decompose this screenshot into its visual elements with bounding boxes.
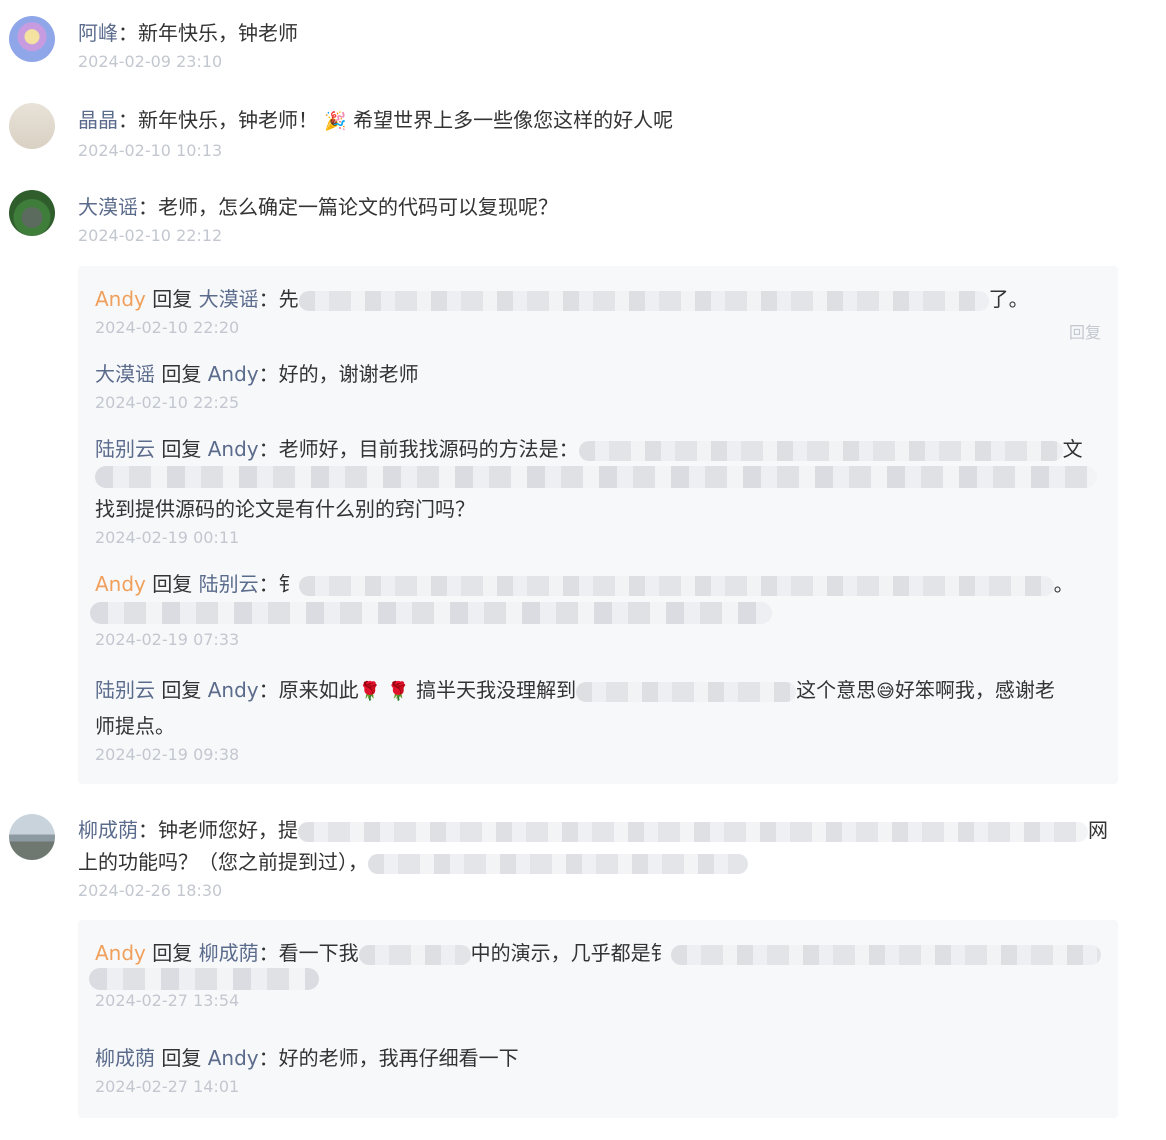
avatar[interactable] [9,814,55,860]
reply-text: 陆别云 回复 Andy：原来如此🌹 🌹 搞半天我没理解到 这个意思😅好笨啊我，感谢… [95,678,1055,702]
timestamp: 2024-02-19 09:38 [95,745,240,764]
comment-text: 大漠谣：老师，怎么确定一篇论文的代码可以复现呢？ [78,195,558,219]
sweat-smile-icon: 😅 [876,681,895,702]
avatar[interactable] [9,190,55,236]
avatar[interactable] [9,16,55,62]
reply-target[interactable]: 柳成荫 [199,941,259,965]
avatar[interactable] [9,103,55,149]
reply-author[interactable]: Andy [95,572,146,596]
comment-text: 柳成荫：钟老师您好，提网 [78,818,1108,842]
timestamp: 2024-02-10 22:25 [95,393,240,412]
user-name[interactable]: 晶晶 [78,108,118,132]
user-name[interactable]: 阿峰 [78,21,118,45]
reply-item: Andy 回复 陆别云：钅。 2024-02-19 07:33 [90,569,1101,651]
comment-text-cont: 上的功能吗？（您之前提到过）， [78,847,1136,877]
party-popper-icon: 🎉 [324,111,347,132]
blurred-content [95,466,1097,488]
user-name[interactable]: 柳成荫 [78,818,138,842]
timestamp: 2024-02-10 22:20 [95,318,240,337]
timestamp: 2024-02-09 23:10 [78,52,223,71]
blurred-content [358,944,471,965]
timestamp: 2024-02-19 07:33 [95,630,240,649]
reply-target[interactable]: 大漠谣 [199,287,259,311]
reply-text-cont: 师提点。 [95,714,175,738]
reply-item: 陆别云 回复 Andy：老师好，目前我找源码的方法是：文 找到提供源码的论文是有… [95,434,1101,549]
reply-target[interactable]: 陆别云 [199,572,259,596]
blurred-content [90,602,772,624]
reply-item: Andy 回复 柳成荫：看一下我 中的演示，几乎都是钅 2024-02-27 13… [89,938,1101,1012]
reply-author[interactable]: 陆别云 [95,437,155,461]
reply-item: 柳成荫 回复 Andy：好的老师，我再仔细看一下 2024-02-27 14:0… [95,1043,1101,1098]
timestamp: 2024-02-27 14:01 [95,1077,240,1096]
blurred-content [298,290,989,311]
timestamp: 2024-02-26 18:30 [78,881,223,900]
reply-author[interactable]: Andy [95,287,146,311]
reply-author[interactable]: 柳成荫 [95,1046,155,1070]
reply-item: Andy 回复 大漠谣：先 了。 2024-02-10 22:20 [95,284,1101,339]
user-name[interactable]: 大漠谣 [78,195,138,219]
blurred-content [298,821,1088,842]
rose-icon: 🌹 [358,681,382,702]
timestamp: 2024-02-10 22:12 [78,226,223,245]
reply-item: 陆别云 回复 Andy：原来如此🌹 🌹 搞半天我没理解到 这个意思😅好笨啊我，感谢… [95,675,1101,766]
reply-list: Andy 回复 大漠谣：先 了。 2024-02-10 22:20 回复 大漠谣 … [78,266,1118,784]
comment-text: 阿峰：新年快乐，钟老师 [78,21,298,45]
reply-author[interactable]: Andy [95,941,146,965]
reply-text: 陆别云 回复 Andy：老师好，目前我找源码的方法是：文 [95,437,1083,461]
reply-target[interactable]: Andy [208,678,259,702]
reply-text: Andy 回复 陆别云：钅。 [95,572,1074,596]
reply-button[interactable]: 回复 [1069,319,1101,343]
timestamp: 2024-02-27 13:54 [95,991,240,1010]
rose-icon: 🌹 [387,681,410,702]
reply-item: 大漠谣 回复 Andy：好的，谢谢老师 2024-02-10 22:25 [95,359,1101,414]
blurred-content [670,944,1101,965]
blurred-content [298,575,1054,596]
reply-text: Andy 回复 柳成荫：看一下我 中的演示，几乎都是钅 [95,938,1101,968]
timestamp: 2024-02-19 00:11 [95,528,240,547]
reply-text: 大漠谣 回复 Andy：好的，谢谢老师 [95,362,419,386]
reply-text: 柳成荫 回复 Andy：好的老师，我再仔细看一下 [95,1046,519,1070]
blurred-content [578,440,1063,461]
reply-target[interactable]: Andy [208,1046,259,1070]
comment-text: 晶晶：新年快乐，钟老师！ 🎉 希望世界上多一些像您这样的好人呢 [78,108,674,132]
reply-target[interactable]: Andy [208,437,259,461]
blurred-content [576,681,797,702]
blurred-content [89,968,319,990]
reply-list: Andy 回复 柳成荫：看一下我 中的演示，几乎都是钅 2024-02-27 13… [78,920,1118,1118]
reply-author[interactable]: 大漠谣 [95,362,155,386]
reply-text: Andy 回复 大漠谣：先 了。 [95,287,1029,311]
reply-text-cont: 找到提供源码的论文是有什么别的窍门吗？ [95,497,475,521]
timestamp: 2024-02-10 10:13 [78,141,223,160]
blurred-content [368,853,748,874]
reply-target[interactable]: Andy [208,362,259,386]
reply-author[interactable]: 陆别云 [95,678,155,702]
